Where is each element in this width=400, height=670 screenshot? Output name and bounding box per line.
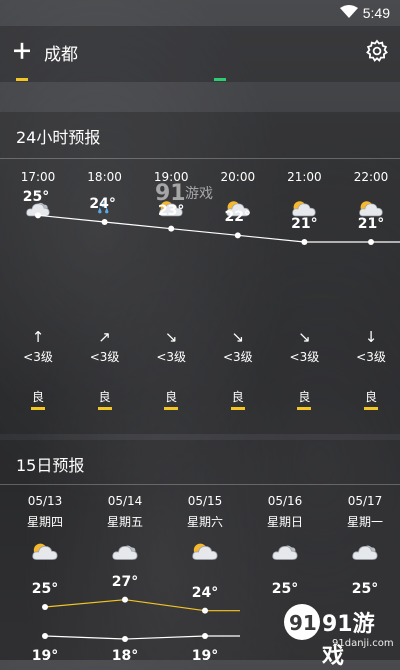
daily-high-point (42, 604, 48, 610)
settings-gear-icon[interactable] (364, 38, 390, 64)
hourly-temp-point (101, 219, 108, 225)
daily-low-point (42, 633, 48, 639)
hourly-temp-line (35, 212, 400, 245)
accent-mark-green (214, 78, 226, 81)
daily-high-point (122, 596, 128, 603)
watermark-logo-icon: 91 (284, 604, 320, 640)
hourly-temp-point (301, 239, 308, 245)
watermark: 91 91游戏 91danji.com (282, 600, 394, 669)
daily-low-point (122, 636, 128, 642)
daily-low-point (202, 633, 208, 639)
svg-text:91: 91 (289, 611, 317, 635)
hourly-temp-polyline (37, 214, 400, 243)
daily-high-point (202, 607, 208, 614)
status-bar: 5:49 (0, 0, 400, 26)
hourly-forecast-section: 24小时预报 17:00 25° ↑ <3级良 18:00 24° ↗ <3级良 19:00 23… (0, 112, 400, 434)
hourly-temp-point (234, 232, 241, 239)
city-name[interactable]: 成都 (44, 40, 78, 65)
title-bar: 成都 (0, 26, 400, 82)
wifi-icon (340, 5, 358, 18)
svg-text:游戏: 游戏 (185, 186, 213, 202)
add-city-icon[interactable] (10, 38, 36, 64)
watermark-logo-faint: 91 游戏 (155, 178, 235, 208)
hourly-temp-point (368, 239, 374, 245)
daily-low-polyline (44, 635, 240, 640)
watermark-url: 91danji.com (332, 638, 394, 649)
daily-high-polyline (44, 599, 240, 612)
accent-mark-yellow (16, 78, 28, 81)
status-time: 5:49 (362, 5, 390, 21)
svg-text:91: 91 (155, 181, 186, 206)
hourly-temp-point (168, 225, 175, 232)
accent-marks (0, 78, 400, 84)
hourly-temp-point (35, 212, 41, 219)
